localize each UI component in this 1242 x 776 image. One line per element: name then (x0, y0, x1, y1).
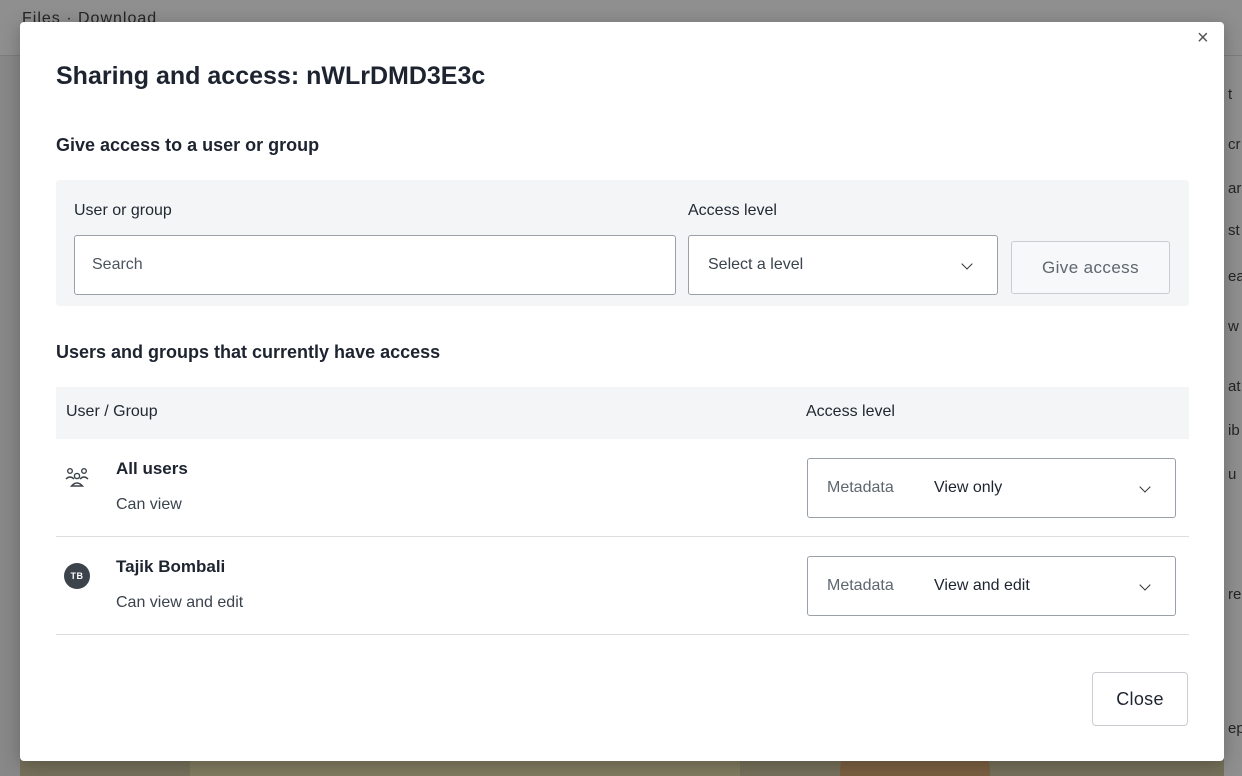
row-access-level-select[interactable]: Metadata View and edit (807, 556, 1176, 616)
users-group-icon (64, 465, 90, 491)
user-permission: Can view and edit (116, 594, 244, 611)
current-access-heading: Users and groups that currently have acc… (56, 342, 441, 362)
table-row: All users Can view Metadata View only (56, 439, 1189, 537)
give-access-heading: Give access to a user or group (56, 135, 320, 155)
close-icon[interactable]: × (1197, 28, 1209, 48)
table-row: TB Tajik Bombali Can view and edit Metad… (56, 537, 1189, 635)
user-permission: Can view (116, 496, 182, 513)
table-header: User / Group Access level (56, 387, 1189, 439)
give-access-panel: User or group Access level Select a leve… (56, 180, 1189, 306)
column-header-access-level: Access level (806, 403, 895, 420)
column-header-user-group: User / Group (66, 403, 158, 420)
access-value: View only (934, 479, 1003, 496)
chevron-down-icon (1139, 481, 1151, 493)
user-name: Tajik Bombali (116, 557, 226, 576)
avatar: TB (64, 563, 90, 589)
give-access-button[interactable]: Give access (1011, 241, 1170, 294)
chevron-down-icon (961, 258, 973, 270)
access-table: User / Group Access level All users Can … (56, 387, 1189, 635)
dialog-title: Sharing and access: nWLrDMD3E3c (56, 62, 486, 90)
access-level-select[interactable]: Select a level (688, 235, 998, 295)
access-value: View and edit (934, 577, 1030, 594)
sharing-dialog: × Sharing and access: nWLrDMD3E3c Give a… (20, 22, 1224, 761)
close-button[interactable]: Close (1092, 672, 1188, 726)
row-access-level-select[interactable]: Metadata View only (807, 458, 1176, 518)
access-key: Metadata (827, 577, 894, 594)
user-name: All users (116, 459, 188, 478)
access-key: Metadata (827, 479, 894, 496)
chevron-down-icon (1139, 579, 1151, 591)
user-or-group-label: User or group (74, 202, 172, 219)
access-level-select-value: Select a level (708, 256, 804, 273)
user-search-input[interactable] (74, 235, 676, 295)
access-level-label: Access level (688, 202, 777, 219)
